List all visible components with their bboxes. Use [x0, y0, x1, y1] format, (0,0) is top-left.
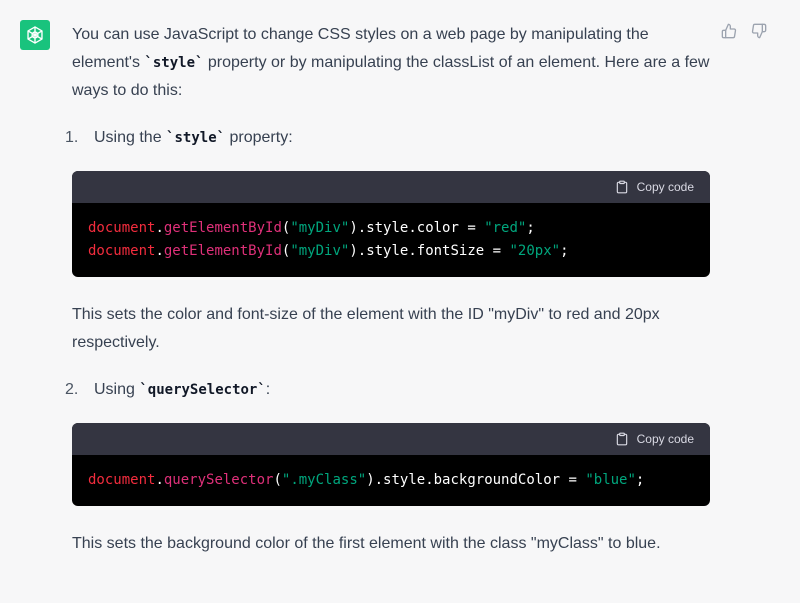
inline-code-queryselector: `querySelector` [139, 382, 266, 398]
code-token: "myDiv" [290, 243, 350, 259]
code-block-header: Copy code [72, 423, 710, 455]
inline-code-style: `style` [144, 55, 204, 71]
feedback-buttons [720, 22, 768, 40]
code-body: document.querySelector(".myClass").style… [72, 455, 710, 506]
explanation-2: This sets the background color of the fi… [72, 535, 661, 552]
code-line: document.querySelector(".myClass").style… [88, 469, 694, 492]
list-item-1: 1. Using the `style` property: [65, 124, 712, 152]
code-token: "20px" [509, 243, 561, 259]
intro-paragraph: You can use JavaScript to change CSS sty… [72, 21, 712, 105]
code-block-header: Copy code [72, 171, 710, 203]
list-item-2: 2. Using `querySelector`: [65, 376, 712, 404]
clipboard-icon [616, 432, 627, 446]
avatar [20, 20, 50, 50]
list-item-text: Using `querySelector`: [94, 381, 271, 398]
copy-code-button[interactable]: Copy code [615, 425, 694, 453]
inline-code-style: `style` [166, 130, 226, 146]
code-line: document.getElementById("myDiv").style.c… [88, 217, 694, 240]
code-token: . [155, 220, 164, 236]
code-token: . [155, 243, 164, 259]
assistant-message: You can use JavaScript to change CSS sty… [0, 0, 800, 603]
code-token: ( [273, 472, 282, 488]
code-token: document [88, 472, 156, 488]
code-token: ).style.backgroundColor = [366, 472, 586, 488]
code-token: getElementById [163, 220, 282, 236]
code-token: . [155, 472, 164, 488]
code-token: ; [635, 472, 645, 488]
thumbs-down-icon[interactable] [750, 22, 768, 40]
openai-logo-icon [27, 26, 43, 44]
code-token: ; [560, 243, 569, 259]
code-token: "myDiv" [290, 220, 350, 236]
copy-code-label: Copy code [636, 432, 694, 446]
code-token: querySelector [163, 472, 274, 488]
code-token: ; [526, 220, 535, 236]
code-block-1: Copy code document.getElementById("myDiv… [72, 171, 710, 277]
code-body: document.getElementById("myDiv").style.c… [72, 203, 710, 277]
copy-code-label: Copy code [636, 180, 694, 194]
code-token: getElementById [163, 243, 282, 259]
copy-code-button[interactable]: Copy code [615, 173, 694, 201]
explanation-1: This sets the color and font-size of the… [72, 306, 660, 351]
list-number: 2. [65, 381, 79, 398]
thumbs-up-icon[interactable] [720, 22, 738, 40]
code-token: ).style.fontSize = [349, 243, 510, 259]
code-block-2: Copy code document.querySelector(".myCla… [72, 423, 710, 506]
code-token: "red" [484, 220, 527, 236]
code-token: document [88, 243, 156, 259]
code-token: "blue" [585, 472, 636, 488]
code-token: ".myClass" [281, 472, 367, 488]
code-token: ).style.color = [349, 220, 485, 236]
clipboard-icon [616, 180, 627, 194]
list-number: 1. [65, 129, 79, 146]
list-item-text: Using the `style` property: [94, 129, 293, 146]
code-line: document.getElementById("myDiv").style.f… [88, 240, 694, 263]
code-token: document [88, 220, 156, 236]
message-content: You can use JavaScript to change CSS sty… [65, 21, 712, 558]
